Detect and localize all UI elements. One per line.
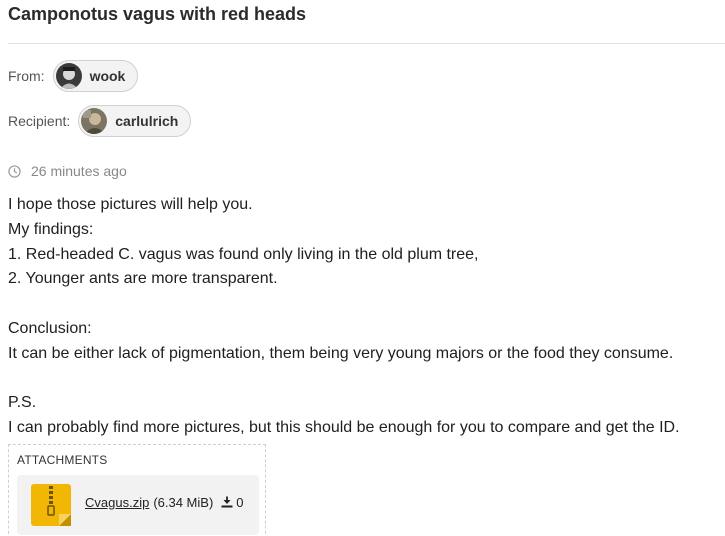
body-line <box>8 367 725 392</box>
body-line: 2. Younger ants are more transparent. <box>8 270 278 288</box>
body-line: P.S. <box>8 394 37 412</box>
download-icon <box>221 496 233 508</box>
download-count: 0 <box>236 494 244 510</box>
body-line: I can probably find more pictures, but t… <box>8 419 680 437</box>
body-line: 1. Red-headed C. vagus was found only li… <box>8 245 479 263</box>
clock-icon <box>8 164 21 178</box>
recipient-label: Recipient: <box>8 113 71 129</box>
attachments-title: ATTACHMENTS <box>17 453 108 467</box>
recipient-avatar <box>81 108 108 134</box>
from-row: From: wook <box>8 60 139 92</box>
body-line: I hope those pictures will help you. <box>8 196 253 213</box>
recipient-chip[interactable]: carlulrich <box>78 105 192 137</box>
message-body: I hope those pictures will help you. My … <box>8 193 725 441</box>
sender-chip[interactable]: wook <box>52 60 139 92</box>
attachment-item[interactable]: Cvagus.zip (6.34 MiB) 0 <box>17 475 259 535</box>
body-line: Conclusion: <box>8 319 92 337</box>
sender-avatar <box>55 63 82 89</box>
attachments-panel: ATTACHMENTS Cvagus.zip (6.34 MiB) 0 <box>8 444 266 536</box>
attachment-filename-link[interactable]: Cvagus.zip <box>85 495 149 510</box>
header-divider <box>8 43 725 44</box>
sender-name: wook <box>89 68 126 84</box>
body-line: It can be either lack of pigmentation, t… <box>8 344 674 362</box>
recipient-name: carlulrich <box>115 113 179 129</box>
body-line <box>8 292 725 317</box>
zip-file-icon <box>31 484 71 526</box>
from-label: From: <box>8 68 45 84</box>
timestamp-row: 26 minutes ago <box>8 163 127 179</box>
body-line: My findings: <box>8 220 94 238</box>
recipient-row: Recipient: carlulrich <box>8 105 192 137</box>
timestamp: 26 minutes ago <box>31 163 127 179</box>
attachment-size: (6.34 MiB) <box>153 494 214 510</box>
message-subject: Camponotus vagus with red heads <box>8 4 307 24</box>
